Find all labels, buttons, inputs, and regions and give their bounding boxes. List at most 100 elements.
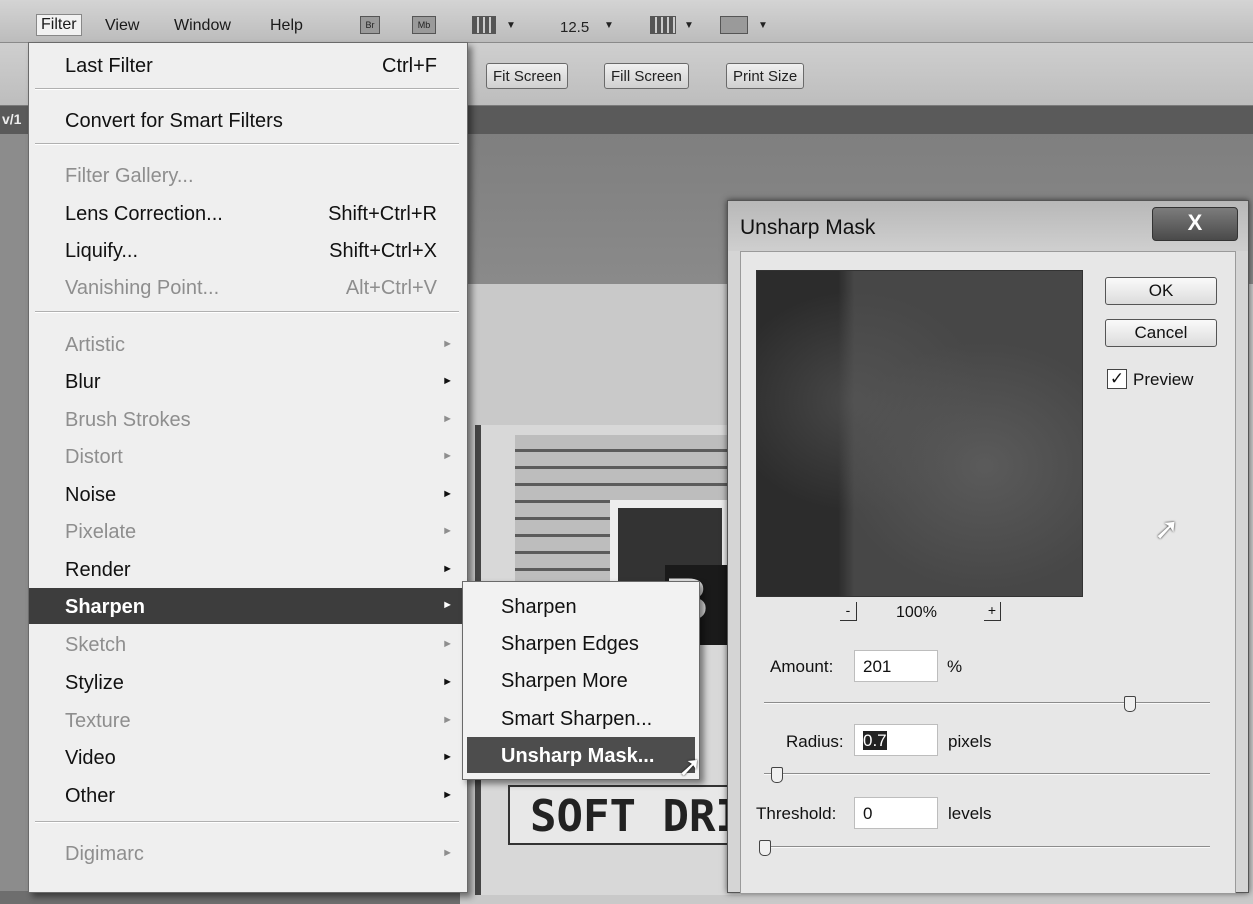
threshold-slider-track[interactable] xyxy=(764,846,1210,848)
fill-screen-button[interactable]: Fill Screen xyxy=(604,63,689,89)
menu-item-digimarc[interactable]: Digimarc ► xyxy=(29,836,465,870)
menu-item-filter-gallery[interactable]: Filter Gallery... xyxy=(29,158,465,192)
chevron-down-icon[interactable]: ▼ xyxy=(604,20,614,31)
amount-slider-handle[interactable] xyxy=(1124,696,1136,712)
menu-help[interactable]: Help xyxy=(270,17,303,35)
mouse-pointer-icon: ➚ xyxy=(1154,513,1180,546)
menu-item-label: Blur xyxy=(65,371,101,393)
menu-item-lens-correction[interactable]: Lens Correction... Shift+Ctrl+R xyxy=(29,196,465,230)
zoom-out-button[interactable]: - xyxy=(840,602,857,621)
ok-button[interactable]: OK xyxy=(1105,277,1217,305)
radius-slider-handle[interactable] xyxy=(771,767,783,783)
menu-item-label: Sharpen xyxy=(501,596,577,618)
menu-item-label: Video xyxy=(65,747,116,769)
bridge-icon[interactable]: Br xyxy=(360,16,380,34)
submenu-item-unsharp-mask[interactable]: Unsharp Mask... xyxy=(467,737,695,773)
menu-item-artistic[interactable]: Artistic ► xyxy=(29,327,465,361)
menu-item-sharpen[interactable]: Sharpen ► xyxy=(29,588,465,624)
arrange-documents-icon[interactable] xyxy=(650,16,676,34)
menu-item-shortcut: Shift+Ctrl+X xyxy=(329,240,437,262)
menu-filter[interactable]: Filter xyxy=(36,14,82,36)
menu-item-brush-strokes[interactable]: Brush Strokes ► xyxy=(29,402,465,436)
submenu-arrow-icon: ► xyxy=(442,847,453,859)
menu-item-blur[interactable]: Blur ► xyxy=(29,364,465,398)
filter-menu: Last Filter Ctrl+F Convert for Smart Fil… xyxy=(28,42,468,893)
menu-item-last-filter[interactable]: Last Filter Ctrl+F xyxy=(29,48,465,82)
sharpen-submenu: Sharpen Sharpen Edges Sharpen More Smart… xyxy=(462,581,700,780)
menu-item-label: Convert for Smart Filters xyxy=(65,110,283,132)
menu-item-label: Sharpen Edges xyxy=(501,633,639,655)
screen-mode-icon[interactable] xyxy=(720,16,748,34)
menu-item-label: Pixelate xyxy=(65,521,137,543)
chevron-down-icon[interactable]: ▼ xyxy=(506,20,516,31)
mini-bridge-icon[interactable]: Mb xyxy=(412,16,436,34)
amount-label: Amount: xyxy=(770,657,834,676)
menu-item-other[interactable]: Other ► xyxy=(29,778,465,812)
menu-separator xyxy=(35,821,459,823)
chevron-down-icon[interactable]: ▼ xyxy=(758,20,768,31)
submenu-item-sharpen-more[interactable]: Sharpen More xyxy=(467,662,695,698)
dialog-title-bar[interactable]: Unsharp Mask X xyxy=(728,201,1248,251)
submenu-item-sharpen[interactable]: Sharpen xyxy=(467,588,695,624)
menu-item-noise[interactable]: Noise ► xyxy=(29,477,465,511)
menu-item-label: Lens Correction... xyxy=(65,203,223,225)
view-extras-icon[interactable] xyxy=(472,16,496,34)
submenu-arrow-icon: ► xyxy=(442,338,453,350)
menu-window[interactable]: Window xyxy=(174,17,231,35)
radius-slider-track[interactable] xyxy=(764,773,1210,775)
menu-item-label: Unsharp Mask... xyxy=(501,745,655,767)
zoom-level[interactable]: 12.5 xyxy=(560,19,589,36)
cancel-button[interactable]: Cancel xyxy=(1105,319,1217,347)
threshold-unit: levels xyxy=(948,804,992,823)
menu-item-texture[interactable]: Texture ► xyxy=(29,703,465,737)
menu-item-label: Artistic xyxy=(65,334,125,356)
menu-item-liquify[interactable]: Liquify... Shift+Ctrl+X xyxy=(29,233,465,267)
mouse-pointer-icon: ➚ xyxy=(678,751,702,782)
menu-item-shortcut: Shift+Ctrl+R xyxy=(328,203,437,225)
menu-item-label: Texture xyxy=(65,710,131,732)
submenu-arrow-icon: ► xyxy=(442,676,453,688)
menu-item-video[interactable]: Video ► xyxy=(29,740,465,774)
submenu-arrow-icon: ► xyxy=(442,563,453,575)
radius-unit: pixels xyxy=(948,732,992,751)
preview-label: Preview xyxy=(1133,370,1194,389)
menu-item-label: Distort xyxy=(65,446,123,468)
document-tab[interactable]: v/1 xyxy=(2,111,21,127)
filter-preview-image[interactable] xyxy=(756,270,1083,597)
submenu-arrow-icon: ► xyxy=(442,413,453,425)
chevron-down-icon[interactable]: ▼ xyxy=(684,20,694,31)
menu-item-label: Filter Gallery... xyxy=(65,165,194,187)
fit-screen-button[interactable]: Fit Screen xyxy=(486,63,569,89)
submenu-arrow-icon: ► xyxy=(442,638,453,650)
threshold-field[interactable]: 0 xyxy=(854,797,938,829)
menu-item-render[interactable]: Render ► xyxy=(29,552,465,586)
menu-item-label: Liquify... xyxy=(65,240,138,262)
menu-item-distort[interactable]: Distort ► xyxy=(29,439,465,473)
menu-item-pixelate[interactable]: Pixelate ► xyxy=(29,514,465,548)
submenu-arrow-icon: ► xyxy=(442,375,453,387)
menu-item-sketch[interactable]: Sketch ► xyxy=(29,627,465,661)
preview-checkbox[interactable]: ✓ xyxy=(1107,369,1127,389)
amount-slider-track[interactable] xyxy=(764,702,1210,704)
menu-item-label: Digimarc xyxy=(65,843,144,865)
menu-item-label: Other xyxy=(65,785,116,807)
print-size-button[interactable]: Print Size xyxy=(726,63,805,89)
menu-view[interactable]: View xyxy=(105,17,139,35)
amount-unit: % xyxy=(947,657,963,676)
amount-field[interactable]: 201 xyxy=(854,650,938,682)
close-button[interactable]: X xyxy=(1152,207,1238,241)
menu-item-stylize[interactable]: Stylize ► xyxy=(29,665,465,699)
menu-separator xyxy=(35,143,459,145)
menu-separator xyxy=(35,311,459,313)
submenu-arrow-icon: ► xyxy=(442,450,453,462)
submenu-item-smart-sharpen[interactable]: Smart Sharpen... xyxy=(467,700,695,736)
zoom-in-button[interactable]: + xyxy=(984,602,1001,621)
threshold-slider-handle[interactable] xyxy=(759,840,771,856)
menu-item-convert-smart-filters[interactable]: Convert for Smart Filters xyxy=(29,103,465,137)
submenu-item-sharpen-edges[interactable]: Sharpen Edges xyxy=(467,625,695,661)
radius-field[interactable]: 0.7 xyxy=(854,724,938,756)
menu-item-label: Brush Strokes xyxy=(65,409,191,431)
menu-item-vanishing-point[interactable]: Vanishing Point... Alt+Ctrl+V xyxy=(29,270,465,304)
menu-item-label: Vanishing Point... xyxy=(65,277,220,299)
menu-item-label: Smart Sharpen... xyxy=(501,708,653,730)
